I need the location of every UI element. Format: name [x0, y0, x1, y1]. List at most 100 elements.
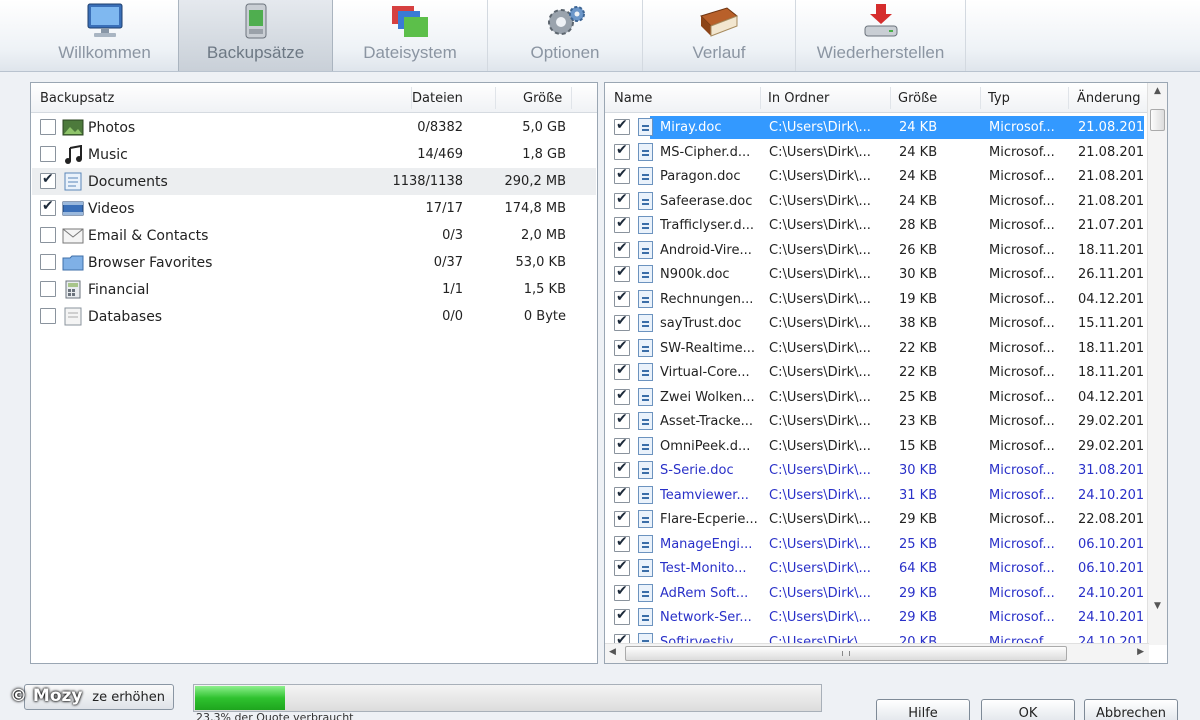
file-row[interactable]: sayTrust.doc C:\Users\Dirk\... 38 KB Micros… [606, 311, 1144, 336]
file-row[interactable]: Android-Vire... C:\Users\Dirk\... 26 KB Mic… [606, 238, 1144, 263]
file-checkbox[interactable] [614, 166, 630, 184]
backup-set-checkbox[interactable] [40, 146, 56, 162]
file-checkbox[interactable] [614, 191, 630, 209]
file-row[interactable]: Teamviewer... C:\Users\Dirk\... 31 KB Micro… [606, 483, 1144, 508]
file-checkbox[interactable] [614, 387, 630, 405]
file-type: Microsof... [989, 512, 1055, 527]
file-checkbox[interactable] [614, 485, 630, 503]
scroll-right-icon[interactable]: ▶ [1137, 647, 1144, 657]
column-header-backup-set[interactable]: Backupsatz [40, 91, 114, 106]
file-checkbox[interactable] [614, 534, 630, 552]
column-header-size[interactable]: Größe [523, 91, 562, 106]
file-checkbox[interactable] [614, 460, 630, 478]
column-header-changed[interactable]: Änderung [1077, 91, 1140, 106]
backup-set-checkbox[interactable] [40, 308, 56, 324]
backup-set-row[interactable]: Databases 0/0 0 Byte [32, 303, 596, 330]
scroll-thumb[interactable] [1150, 109, 1165, 131]
file-row[interactable]: Flare-Ecperie... C:\Users\Dirk\... 29 KB Mi… [606, 507, 1144, 532]
file-name: OmniPeek.d... [660, 438, 751, 454]
file-row[interactable]: SW-Realtime... C:\Users\Dirk\... 22 KB Micr… [606, 336, 1144, 361]
backup-set-checkbox[interactable] [40, 281, 56, 297]
scroll-up-icon[interactable]: ▲ [1150, 86, 1165, 100]
file-row[interactable]: Miray.doc C:\Users\Dirk\... 24 KB Microsof.… [606, 115, 1144, 140]
backup-set-row[interactable]: Photos 0/8382 5,0 GB [32, 114, 596, 141]
file-changed-date: 29.02.2012 [1078, 438, 1144, 454]
file-folder: C:\Users\Dirk\... [769, 561, 871, 576]
file-row[interactable]: S-Serie.doc C:\Users\Dirk\... 30 KB Microso… [606, 458, 1144, 483]
file-row[interactable]: Virtual-Core... C:\Users\Dirk\... 22 KB Mic… [606, 360, 1144, 385]
file-row[interactable]: Asset-Tracke... C:\Users\Dirk\... 23 KB Mic… [606, 409, 1144, 434]
backup-set-checkbox[interactable] [40, 254, 56, 270]
file-folder: C:\Users\Dirk\... [769, 389, 871, 405]
column-header-files[interactable]: Dateien [412, 91, 463, 106]
file-checkbox[interactable] [614, 289, 630, 307]
backup-set-row[interactable]: Videos 17/17 174,8 MB [32, 195, 596, 222]
ok-button[interactable]: OK [981, 699, 1075, 720]
tab-restore[interactable]: Wiederherstellen [796, 0, 966, 71]
file-row[interactable]: OmniPeek.d... C:\Users\Dirk\... 15 KB Micro… [606, 434, 1144, 459]
column-header-folder[interactable]: In Ordner [768, 91, 829, 106]
file-checkbox[interactable] [614, 142, 630, 160]
calculator-icon [65, 280, 81, 299]
help-button[interactable]: Hilfe [876, 699, 970, 720]
scroll-left-icon[interactable]: ◀ [609, 647, 616, 657]
scroll-down-icon[interactable]: ▼ [1150, 601, 1165, 615]
backup-set-checkbox[interactable] [40, 119, 56, 135]
file-changed-date: 06.10.2011 [1078, 536, 1144, 552]
file-checkbox[interactable] [614, 362, 630, 380]
file-row[interactable]: Test-Monito... C:\Users\Dirk\... 64 KB Micr… [606, 556, 1144, 581]
file-row[interactable]: Trafficlyser.d... C:\Users\Dirk\... 28 KB M… [606, 213, 1144, 238]
tab-backup-sets[interactable]: Backupsätze [178, 0, 333, 71]
tab-options[interactable]: Optionen [488, 0, 643, 71]
file-row[interactable]: Network-Ser... C:\Users\Dirk\... 29 KB Micr… [606, 605, 1144, 630]
tab-file-system[interactable]: Dateisystem [333, 0, 488, 71]
file-checkbox[interactable] [614, 338, 630, 356]
file-checkbox[interactable] [614, 264, 630, 282]
cancel-button[interactable]: Abbrechen [1084, 699, 1178, 720]
file-row[interactable]: Zwei Wolken... C:\Users\Dirk\... 25 KB Micr… [606, 385, 1144, 410]
file-row[interactable]: AdRem Soft... C:\Users\Dirk\... 29 KB Micro… [606, 581, 1144, 606]
file-folder: C:\Users\Dirk\... [769, 438, 871, 454]
file-checkbox[interactable] [614, 583, 630, 601]
file-checkbox[interactable] [614, 411, 630, 429]
file-checkbox[interactable] [614, 607, 630, 625]
file-row[interactable]: MS-Cipher.d... C:\Users\Dirk\... 24 KB Micr… [606, 140, 1144, 165]
file-type: Microsof... [989, 144, 1055, 160]
file-checkbox[interactable] [614, 558, 630, 576]
backup-set-checkbox[interactable] [40, 198, 56, 216]
backup-sets-list: Backupsatz Dateien Größe Photos 0/8382 5,0… [30, 82, 598, 664]
backup-set-file-count: 1138/1138 [392, 174, 463, 189]
file-row[interactable]: ManageEngi... C:\Users\Dirk\... 25 KB Micro… [606, 532, 1144, 557]
file-changed-date: 21.08.2011 [1078, 169, 1144, 184]
backup-set-row[interactable]: Email & Contacts 0/3 2,0 MB [32, 222, 596, 249]
column-header-type[interactable]: Typ [988, 91, 1010, 106]
file-row[interactable]: Rechnungen... C:\Users\Dirk\... 19 KB Micro… [606, 287, 1144, 312]
backup-set-row[interactable]: Music 14/469 1,8 GB [32, 141, 596, 168]
column-header-name[interactable]: Name [614, 91, 652, 106]
horizontal-scrollbar[interactable]: ◀ ▶ [605, 643, 1149, 663]
backup-set-row[interactable]: Documents 1138/1138 290,2 MB [32, 168, 596, 195]
file-checkbox[interactable] [614, 240, 630, 258]
backup-set-file-count: 0/8382 [417, 120, 463, 135]
file-row[interactable]: Safeerase.doc C:\Users\Dirk\... 24 KB Micro… [606, 189, 1144, 214]
tab-welcome[interactable]: Willkommen [30, 0, 180, 71]
file-checkbox[interactable] [614, 436, 630, 454]
file-type: Microsof... [989, 414, 1055, 429]
column-header-size[interactable]: Größe [898, 91, 937, 106]
file-folder: C:\Users\Dirk\... [769, 291, 871, 307]
file-row[interactable]: Paragon.doc C:\Users\Dirk\... 24 KB Microso… [606, 164, 1144, 189]
backup-set-checkbox[interactable] [40, 171, 56, 189]
vertical-scrollbar[interactable]: ▲ ▼ [1147, 83, 1167, 645]
file-row[interactable]: N900k.doc C:\Users\Dirk\... 30 KB Microsof.… [606, 262, 1144, 287]
tab-history[interactable]: Verlauf [643, 0, 796, 71]
backup-set-row[interactable]: Financial 1/1 1,5 KB [32, 276, 596, 303]
file-checkbox[interactable] [614, 509, 630, 527]
horizontal-scroll-thumb[interactable] [625, 646, 1067, 661]
backup-set-checkbox[interactable] [40, 227, 56, 243]
file-checkbox[interactable] [614, 215, 630, 233]
file-checkbox[interactable] [614, 117, 630, 135]
backup-set-row[interactable]: Browser Favorites 0/37 53,0 KB [32, 249, 596, 276]
backup-set-name: Email & Contacts [88, 228, 209, 244]
file-checkbox[interactable] [614, 313, 630, 331]
film-icon [62, 201, 84, 216]
